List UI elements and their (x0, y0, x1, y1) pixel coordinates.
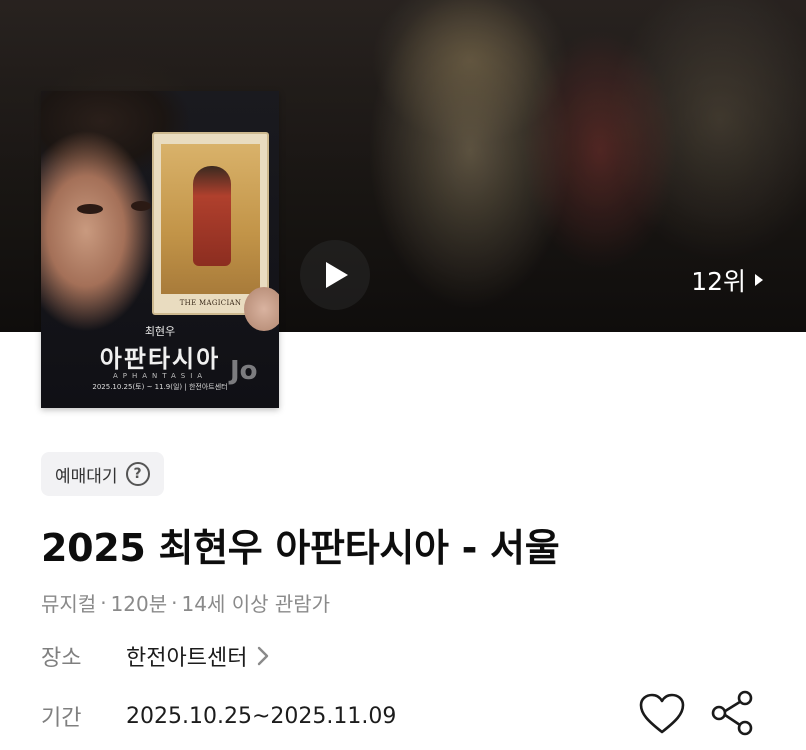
venue-value: 한전아트센터 (126, 646, 248, 671)
rank-text: 12위 (691, 267, 746, 296)
rank-link[interactable]: 12위 (691, 262, 764, 298)
poster-watermark: Jo (230, 356, 258, 386)
period-value: 2025.10.25~2025.11.09 (126, 703, 397, 729)
separator: · (171, 590, 178, 615)
share-icon (711, 690, 753, 736)
question-circle-icon[interactable]: ? (125, 462, 150, 486)
poster-subtitle: 최현우 (144, 325, 176, 338)
venue-link[interactable]: 한전아트센터 (126, 640, 269, 672)
status-badge[interactable]: 예매대기 ? (41, 452, 164, 496)
separator: · (100, 590, 107, 615)
page-title: 2025 최현우 아판타시아 - 서울 (41, 526, 560, 570)
genre-text: 뮤지컬 (41, 592, 97, 616)
status-label: 예매대기 (55, 466, 118, 487)
meta-line: 뮤지컬 · 120분 · 14세 이상 관람가 (41, 588, 330, 617)
chevron-right-icon (258, 646, 269, 666)
period-row: 기간 2025.10.25~2025.11.09 (41, 700, 396, 732)
venue-label: 장소 (41, 646, 82, 671)
period-label: 기간 (41, 706, 82, 731)
tarot-card: THE MAGICIAN (152, 132, 269, 315)
share-button[interactable] (710, 690, 754, 736)
play-icon (326, 262, 348, 288)
runtime-text: 120분 (110, 592, 168, 616)
caret-right-icon (755, 274, 763, 286)
rating-text: 14세 이상 관람가 (181, 592, 331, 616)
heart-icon (639, 693, 685, 734)
venue-row: 장소 한전아트센터 (41, 640, 269, 672)
poster-image: THE MAGICIAN 최현우 아판타시아 APHANTASIA 2025.1… (41, 91, 279, 408)
play-button[interactable] (300, 240, 370, 310)
like-button[interactable] (638, 692, 686, 736)
